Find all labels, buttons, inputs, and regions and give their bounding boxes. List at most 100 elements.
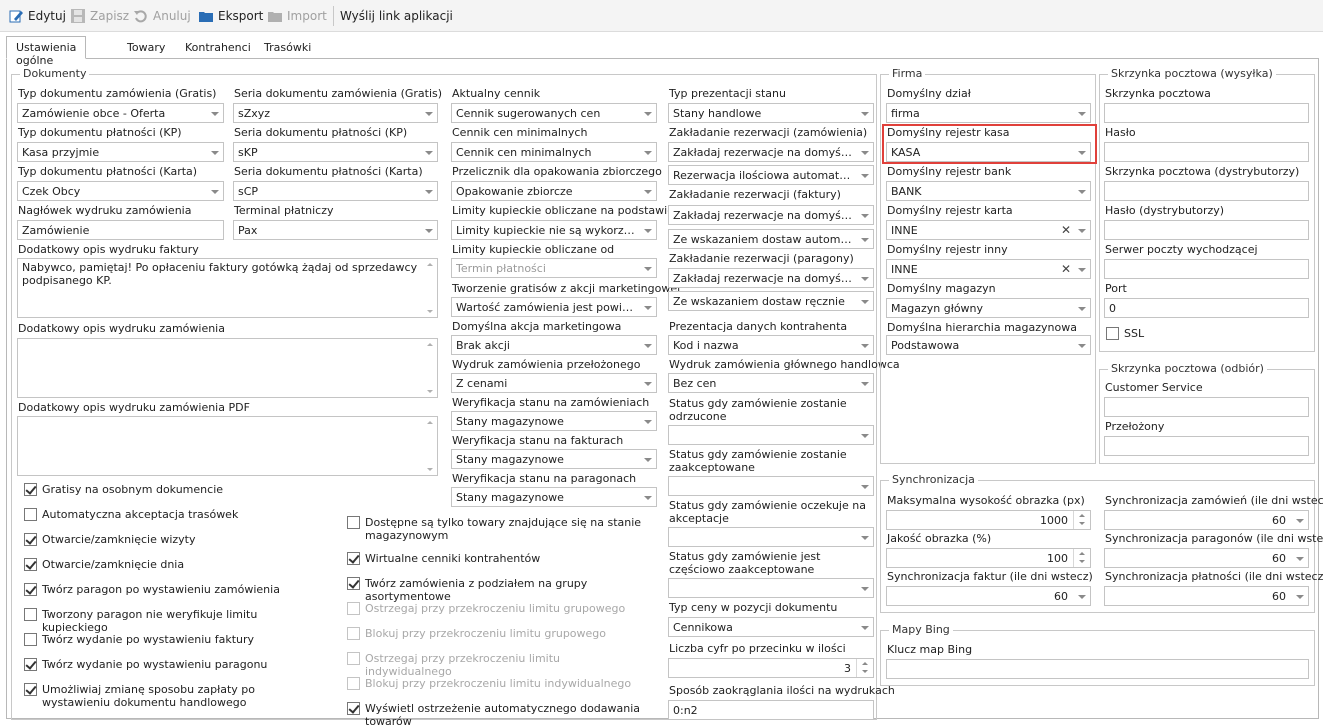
- typ-zam-gratis-combo[interactable]: Zamówienie obce - Oferta: [17, 103, 224, 123]
- chevron-down-icon[interactable]: [207, 104, 223, 122]
- scrollbar[interactable]: [423, 417, 437, 475]
- chevron-down-icon[interactable]: [857, 269, 873, 287]
- checkbox-blokuj-indyw[interactable]: Blokuj przy przekroczeniu limitu indywid…: [347, 677, 647, 690]
- checkbox-auto-akceptacja[interactable]: Automatyczna akceptacja trasówek: [24, 508, 324, 521]
- chevron-down-icon[interactable]: [640, 104, 656, 122]
- scrollbar[interactable]: [423, 339, 437, 397]
- chevron-down-icon[interactable]: [640, 412, 656, 430]
- status-odrz-combo[interactable]: [668, 425, 874, 445]
- rez-fakt-combo[interactable]: Zakładaj rezerwacje na domyślnym magazyn…: [668, 205, 874, 225]
- chevron-down-icon[interactable]: [857, 292, 873, 310]
- chevron-down-icon[interactable]: [207, 143, 223, 161]
- wer-fakt-combo[interactable]: Stany magazynowe: [451, 449, 657, 469]
- checkbox-box[interactable]: [24, 658, 37, 671]
- rez-par-combo[interactable]: Zakładaj rezerwacje na domyślnym magazyn…: [668, 268, 874, 288]
- checkbox-box[interactable]: [24, 533, 37, 546]
- prez-kontr-combo[interactable]: Kod i nazwa: [668, 335, 874, 355]
- wer-par-combo[interactable]: Stany magazynowe: [451, 487, 657, 507]
- checkbox-ostrzegaj-grupowy[interactable]: Ostrzegaj przy przekroczeniu limitu grup…: [347, 602, 647, 615]
- chevron-down-icon[interactable]: [640, 488, 656, 506]
- checkbox-box[interactable]: [347, 702, 360, 715]
- chevron-down-icon[interactable]: [1074, 104, 1090, 122]
- chevron-down-icon[interactable]: [857, 104, 873, 122]
- chevron-down-icon[interactable]: [1074, 587, 1090, 605]
- tab-trasowki[interactable]: Trasówki: [254, 36, 321, 58]
- limity-combo[interactable]: Limity kupieckie nie są wykorzystywane: [451, 220, 657, 240]
- status-ocz-combo[interactable]: [668, 527, 874, 547]
- chevron-down-icon[interactable]: [1074, 182, 1090, 200]
- opis-faktury-memo[interactable]: Nabywco, pamiętaj! Po opłaceniu faktury …: [17, 258, 438, 318]
- checkbox-box[interactable]: [24, 483, 37, 496]
- seria-zam-gratis-combo[interactable]: sZxyz: [233, 103, 438, 123]
- przelozony-input[interactable]: [1104, 436, 1309, 456]
- tab-kontrahenci[interactable]: Kontrahenci: [175, 36, 261, 58]
- chevron-down-icon[interactable]: [640, 221, 656, 239]
- checkbox-box[interactable]: [347, 552, 360, 565]
- checkbox-wirtualne-cenniki[interactable]: Wirtualne cenniki kontrahentów: [347, 552, 647, 565]
- status-zaak-combo[interactable]: [668, 476, 874, 496]
- rez-par-typ-combo[interactable]: Ze wskazaniem dostaw ręcznie: [668, 291, 874, 311]
- chevron-down-icon[interactable]: [640, 182, 656, 200]
- chevron-down-icon[interactable]: [857, 206, 873, 224]
- checkbox-dostepne-towary[interactable]: Dostępne są tylko towary znajdujące się …: [347, 516, 647, 542]
- send-link-button[interactable]: Wyślij link aplikacji: [340, 7, 453, 25]
- chevron-down-icon[interactable]: [857, 230, 873, 248]
- sync-platnosci-spinner[interactable]: 60: [1104, 586, 1309, 606]
- typ-prez-combo[interactable]: Stany handlowe: [668, 103, 874, 123]
- chevron-down-icon[interactable]: [640, 298, 656, 316]
- chevron-down-icon[interactable]: [857, 374, 873, 392]
- gratisy-combo[interactable]: Wartość zamówienia jest powiększana: [451, 297, 657, 317]
- serwer-input[interactable]: [1104, 259, 1309, 279]
- chevron-down-icon[interactable]: [1074, 336, 1090, 354]
- spinner-arrows-icon[interactable]: [856, 659, 873, 677]
- chevron-down-icon[interactable]: [857, 166, 873, 184]
- liczba-cyfr-spinner[interactable]: 3: [668, 658, 874, 678]
- scrollbar[interactable]: [423, 259, 437, 317]
- checkbox-box[interactable]: [24, 608, 37, 621]
- rez-fakt-typ-combo[interactable]: Ze wskazaniem dostaw automatycznym: [668, 229, 874, 249]
- tab-ustawienia-ogolne[interactable]: Ustawienia ogólne: [6, 36, 87, 67]
- rez-zam-combo[interactable]: Zakładaj rezerwacje na domyślnym magazyn…: [668, 142, 874, 162]
- chevron-down-icon[interactable]: [640, 374, 656, 392]
- limity-od-combo[interactable]: Termin płatności: [451, 258, 657, 278]
- chevron-down-icon[interactable]: [1074, 260, 1090, 278]
- checkbox-paragon-limit[interactable]: Tworzony paragon nie weryfikuje limitu k…: [24, 608, 324, 634]
- export-button[interactable]: Eksport: [198, 7, 263, 25]
- bing-key-input[interactable]: [886, 659, 1309, 679]
- przelicznik-combo[interactable]: Opakowanie zbiorcze: [451, 181, 657, 201]
- chevron-down-icon[interactable]: [857, 336, 873, 354]
- wer-zam-combo[interactable]: Stany magazynowe: [451, 411, 657, 431]
- skrzynka-dystr-input[interactable]: [1104, 181, 1309, 201]
- chevron-down-icon[interactable]: [857, 143, 873, 161]
- hierarchia-combo[interactable]: Podstawowa: [886, 335, 1091, 355]
- karta-combo[interactable]: INNE ✕: [886, 220, 1091, 240]
- typ-plat-kp-combo[interactable]: Kasa przyjmie: [17, 142, 224, 162]
- sync-zamowien-spinner[interactable]: 60: [1104, 510, 1309, 530]
- chevron-down-icon[interactable]: [857, 528, 873, 546]
- checkbox-box[interactable]: [347, 627, 360, 640]
- bank-combo[interactable]: BANK: [886, 181, 1091, 201]
- chevron-down-icon[interactable]: [1292, 549, 1308, 567]
- checkbox-box[interactable]: [24, 508, 37, 521]
- sync-faktur-spinner[interactable]: 60: [886, 586, 1091, 606]
- haslo-dystr-input[interactable]: [1104, 220, 1309, 240]
- tab-towary[interactable]: Towary: [117, 36, 175, 58]
- port-input[interactable]: 0: [1104, 298, 1309, 318]
- chevron-down-icon[interactable]: [1292, 587, 1308, 605]
- spinner-arrows-icon[interactable]: [1073, 511, 1090, 529]
- chevron-down-icon[interactable]: [421, 104, 437, 122]
- chevron-down-icon[interactable]: [640, 336, 656, 354]
- checkbox-box[interactable]: [1106, 327, 1119, 340]
- checkbox-box[interactable]: [347, 652, 360, 665]
- checkbox-ssl[interactable]: SSL: [1106, 327, 1206, 340]
- cennik-combo[interactable]: Cennik sugerowanych cen: [451, 103, 657, 123]
- opis-pdf-memo[interactable]: [17, 416, 438, 476]
- clear-icon[interactable]: ✕: [1060, 223, 1072, 237]
- checkbox-ostrzezenie-auto[interactable]: Wyświetl ostrzeżenie automatycznego doda…: [347, 702, 657, 728]
- checkbox-dnia[interactable]: Otwarcie/zamknięcie dnia: [24, 558, 324, 571]
- chevron-down-icon[interactable]: [640, 450, 656, 468]
- zaokr-input[interactable]: 0:n2: [668, 700, 874, 720]
- typ-ceny-combo[interactable]: Cennikowa: [668, 617, 874, 637]
- chevron-down-icon[interactable]: [1292, 511, 1308, 529]
- checkbox-box[interactable]: [24, 683, 37, 696]
